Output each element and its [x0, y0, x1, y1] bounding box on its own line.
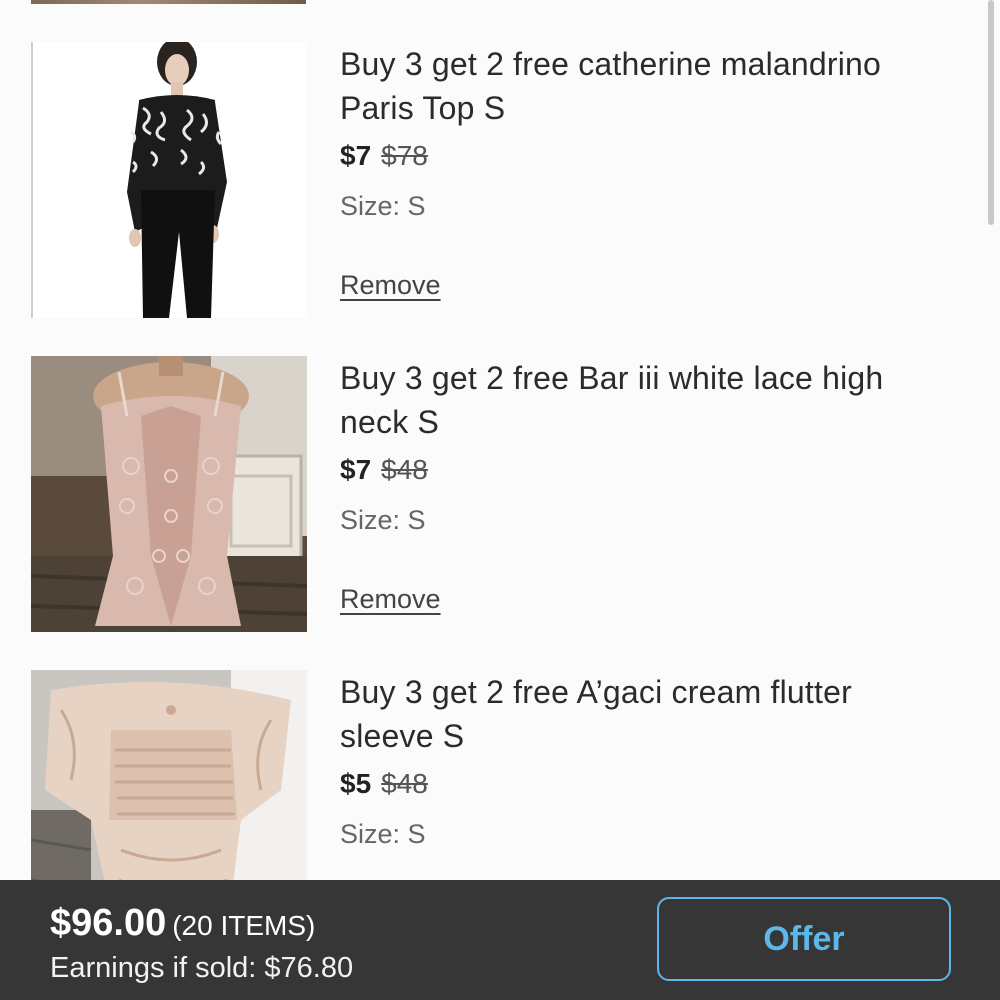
remove-button[interactable]: Remove: [340, 584, 441, 615]
bundle-total: $96.00 (20 ITEMS): [50, 902, 315, 945]
bundle-item-list: Buy 3 get 2 free catherine malandrino Pa…: [0, 0, 1000, 880]
product-image[interactable]: [31, 356, 307, 632]
item-info: Buy 3 get 2 free catherine malandrino Pa…: [340, 42, 950, 300]
remove-button[interactable]: Remove: [340, 270, 441, 301]
product-image[interactable]: [31, 670, 307, 880]
product-photo-lace-top-icon: [31, 356, 307, 632]
item-original-price: $48: [381, 454, 428, 485]
item-prices: $7 $48: [340, 452, 950, 488]
item-original-price: $48: [381, 768, 428, 799]
product-photo-cream-top-icon: [31, 670, 307, 880]
list-item: Buy 3 get 2 free Bar iii white lace high…: [0, 356, 1000, 632]
item-title[interactable]: Buy 3 get 2 free catherine malandrino Pa…: [340, 42, 950, 130]
item-size: Size: S: [340, 819, 426, 849]
checkout-footer: $96.00 (20 ITEMS) Earnings if sold: $76.8…: [0, 880, 1000, 1000]
offer-button[interactable]: Offer: [657, 897, 951, 981]
item-size: Size: S: [340, 191, 426, 221]
item-price: $5: [340, 768, 372, 799]
item-info: Buy 3 get 2 free Bar iii white lace high…: [340, 356, 950, 614]
previous-item-thumbnail[interactable]: [31, 0, 306, 4]
item-info: Buy 3 get 2 free A’gaci cream flutter sl…: [340, 670, 950, 852]
item-title[interactable]: Buy 3 get 2 free Bar iii white lace high…: [340, 356, 950, 444]
scrollbar[interactable]: [988, 0, 994, 225]
list-item: Buy 3 get 2 free A’gaci cream flutter sl…: [0, 670, 1000, 880]
earnings-text: Earnings if sold: $76.80: [50, 952, 354, 984]
item-price: $7: [340, 140, 372, 171]
total-price: $96.00: [50, 902, 167, 944]
product-image[interactable]: [31, 42, 307, 318]
item-prices: $5 $48: [340, 766, 950, 802]
product-photo-black-print-top-icon: [31, 42, 307, 318]
item-size: Size: S: [340, 505, 426, 535]
item-original-price: $78: [381, 140, 428, 171]
item-price: $7: [340, 454, 372, 485]
item-title[interactable]: Buy 3 get 2 free A’gaci cream flutter sl…: [340, 670, 950, 758]
item-count: (20 ITEMS): [172, 910, 316, 941]
item-prices: $7 $78: [340, 138, 950, 174]
list-item: Buy 3 get 2 free catherine malandrino Pa…: [0, 42, 1000, 318]
